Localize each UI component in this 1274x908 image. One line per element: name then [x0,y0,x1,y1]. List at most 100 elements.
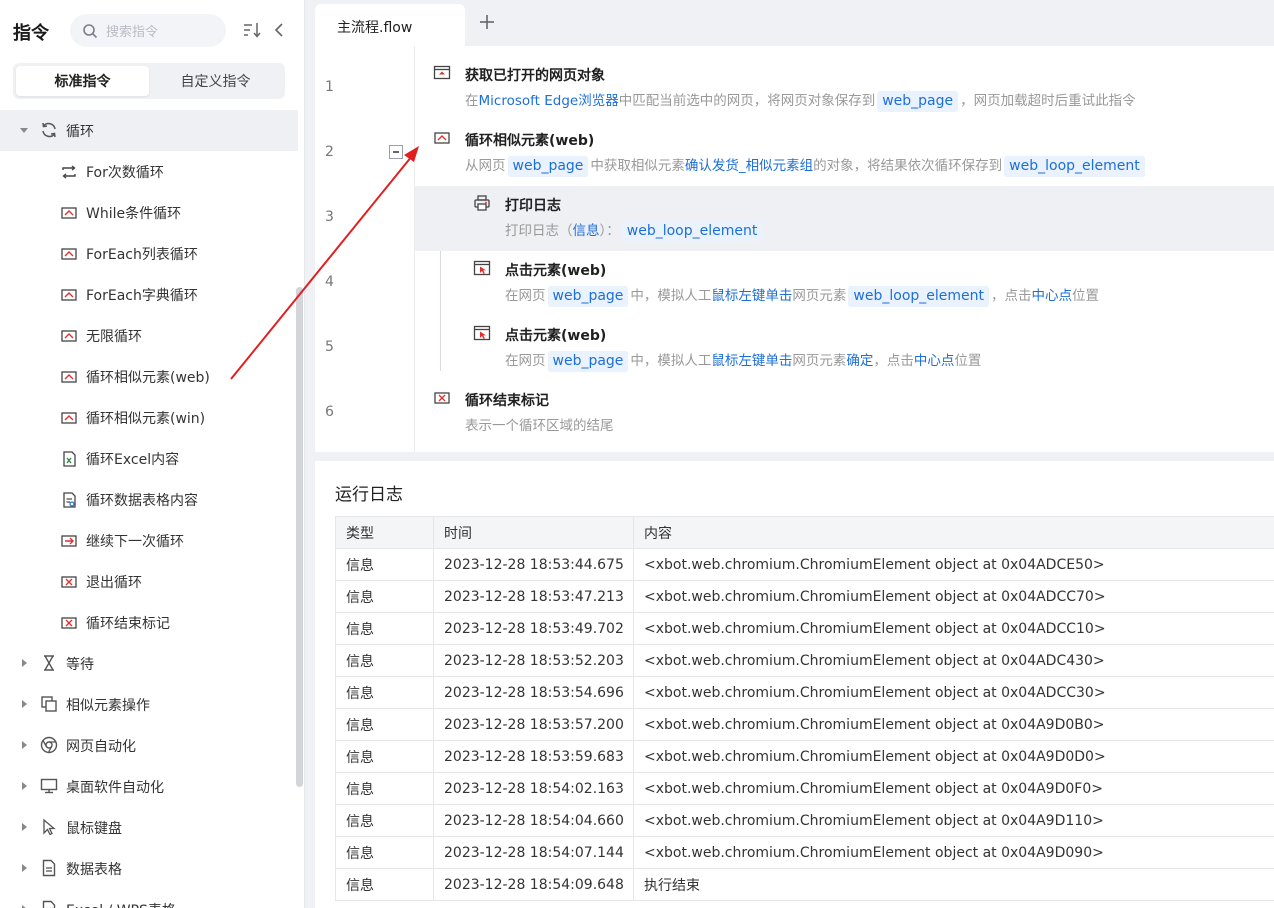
log-type-cell: 信息 [335,612,434,645]
command-item-loop-end-marker[interactable]: 循环结束标记 [0,602,300,643]
sidebar-scrollbar[interactable] [296,287,303,787]
table-row[interactable]: 信息 2023-12-28 18:53:44.675 <xbot.web.chrom… [335,548,1274,581]
step-title: 循环结束标记 [465,393,549,409]
command-item-loop-similar-win[interactable]: 循环相似元素(win) [0,397,300,438]
command-item-for-count[interactable]: For次数循环 [0,151,300,192]
copy-icon [41,696,57,712]
command-item-label: 循环结束标记 [86,616,170,632]
tab-custom-commands[interactable]: 自定义指令 [149,66,282,96]
log-time-cell: 2023-12-28 18:53:59.683 [433,740,634,773]
search-box[interactable]: 搜索指令 [70,14,226,47]
run-log-title: 运行日志 [335,485,403,505]
variable-tag[interactable]: web_page [877,91,959,112]
loop-box-icon [61,412,77,424]
log-type-cell: 信息 [335,708,434,741]
command-item-label: 无限循环 [86,329,142,345]
variable-tag[interactable]: web_page [507,156,589,177]
table-doc-icon [63,492,76,508]
category-web-automation[interactable]: 网页自动化 [0,725,300,766]
collapse-block-toggle[interactable] [389,145,403,159]
flow-editor: 主流程.flow 1 2 3 4 5 6 获取已打开的网页对象 在Microso… [315,0,1274,452]
step-title: 点击元素(web) [505,263,607,279]
line-number: 6 [325,404,334,420]
table-row[interactable]: 信息 2023-12-28 18:53:47.213 <xbot.web.chrom… [335,580,1274,613]
command-item-infinite-loop[interactable]: 无限循环 [0,315,300,356]
variable-tag[interactable]: web_loop_element [621,221,763,242]
file-tab-main-flow[interactable]: 主流程.flow [315,4,465,47]
flow-step-click-element-1[interactable]: 点击元素(web) 在网页 web_page 中，模拟人工鼠标左键单击网页元素 web… [415,251,1274,316]
step-description: 从网页 web_page 中获取相似元素确认发货_相似元素组的对象，将结果依次循环保… [465,154,1147,177]
flow-step-get-webpage[interactable]: 获取已打开的网页对象 在Microsoft Edge浏览器中匹配当前选中的网页，… [415,56,1274,121]
category-excel-wps[interactable]: Excel / WPS表格 [0,889,300,908]
step-title: 打印日志 [505,198,561,214]
search-input[interactable]: 搜索指令 [106,21,158,40]
step-title: 点击元素(web) [505,328,607,344]
command-item-loop-datatable[interactable]: 循环数据表格内容 [0,479,300,520]
category-label: 数据表格 [66,862,122,878]
plus-icon[interactable] [477,12,497,32]
command-tabs: 标准指令 自定义指令 [13,63,285,99]
table-row[interactable]: 信息 2023-12-28 18:54:04.660 <xbot.web.chrom… [335,804,1274,837]
monitor-icon [40,778,58,794]
caret-right-icon [22,864,27,872]
tab-standard-commands[interactable]: 标准指令 [16,66,149,96]
caret-down-icon [20,128,28,133]
table-row[interactable]: 信息 2023-12-28 18:54:02.163 <xbot.web.chrom… [335,772,1274,805]
category-loop[interactable]: 循环 [0,110,298,151]
log-content-cell: <xbot.web.chromium.ChromiumElement objec… [633,676,1274,709]
variable-tag[interactable]: web_loop_element [1004,156,1145,177]
printer-icon [474,195,490,211]
category-data-table[interactable]: 数据表格 [0,848,300,889]
variable-tag[interactable]: web_loop_element [848,286,990,307]
loop-box-icon [61,289,77,301]
category-desktop-automation[interactable]: 桌面软件自动化 [0,766,300,807]
log-type-cell: 信息 [335,836,434,869]
log-type-cell: 信息 [335,580,434,613]
log-time-cell: 2023-12-28 18:54:07.144 [433,836,634,869]
command-item-loop-similar-web[interactable]: 循环相似元素(web) [0,356,300,397]
command-item-foreach-list[interactable]: ForEach列表循环 [0,233,300,274]
command-item-exit-loop[interactable]: 退出循环 [0,561,300,602]
log-type-cell: 信息 [335,740,434,773]
sort-icon[interactable] [242,20,262,40]
caret-right-icon [22,741,27,749]
variable-tag[interactable]: web_page [547,286,629,307]
log-time-cell: 2023-12-28 18:54:09.648 [433,868,634,901]
flow-step-click-element-2[interactable]: 点击元素(web) 在网页 web_page 中，模拟人工鼠标左键单击网页元素确定，… [415,316,1274,381]
log-content-cell: <xbot.web.chromium.ChromiumElement objec… [633,644,1274,677]
table-row[interactable]: 信息 2023-12-28 18:54:07.144 <xbot.web.chrom… [335,836,1274,869]
command-item-foreach-dict[interactable]: ForEach字典循环 [0,274,300,315]
command-sidebar: 指令 搜索指令 标准指令 自定义指令 循环 For次数循环 While条件循环 … [0,0,305,908]
table-row[interactable]: 信息 2023-12-28 18:53:59.683 <xbot.web.chrom… [335,740,1274,773]
flow-step-loop-similar-web[interactable]: 循环相似元素(web) 从网页 web_page 中获取相似元素确认发货_相似元素组… [415,121,1274,186]
loop-box-icon [61,330,77,342]
command-item-loop-excel[interactable]: 循环Excel内容 [0,438,300,479]
chrome-icon [40,736,58,754]
command-item-while[interactable]: While条件循环 [0,192,300,233]
click-element-icon [473,325,491,341]
flow-step-loop-end-marker[interactable]: 循环结束标记 表示一个循环区域的结尾 [415,381,1274,446]
category-mouse-keyboard[interactable]: 鼠标键盘 [0,807,300,848]
command-item-label: ForEach列表循环 [86,247,198,263]
run-log-table: 类型 时间 内容 信息 2023-12-28 18:53:44.675 <xbot.… [335,516,1274,901]
run-log-panel: 运行日志 类型 时间 内容 信息 2023-12-28 18:53:44.675 <… [315,461,1274,908]
line-number: 2 [325,144,334,160]
category-similar-elements[interactable]: 相似元素操作 [0,684,300,725]
table-row[interactable]: 信息 2023-12-28 18:53:49.702 <xbot.web.chrom… [335,612,1274,645]
category-label: 网页自动化 [66,739,136,755]
log-time-cell: 2023-12-28 18:54:02.163 [433,772,634,805]
table-row[interactable]: 信息 2023-12-28 18:53:52.203 <xbot.web.chrom… [335,644,1274,677]
chevron-left-icon[interactable] [272,20,286,40]
variable-tag[interactable]: web_page [547,351,629,372]
flow-step-print-log[interactable]: 打印日志 打印日志（信息）： web_loop_element [415,186,1274,251]
sidebar-header: 指令 搜索指令 [0,0,304,62]
flow-canvas: 1 2 3 4 5 6 获取已打开的网页对象 在Microsoft Edge浏览… [315,46,1274,452]
loop-box-icon [61,248,77,260]
log-content-cell: <xbot.web.chromium.ChromiumElement objec… [633,548,1274,581]
table-row[interactable]: 信息 2023-12-28 18:54:09.648 执行结束 [335,868,1274,901]
table-row[interactable]: 信息 2023-12-28 18:53:54.696 <xbot.web.chrom… [335,676,1274,709]
table-row[interactable]: 信息 2023-12-28 18:53:57.200 <xbot.web.chrom… [335,708,1274,741]
category-wait[interactable]: 等待 [0,643,300,684]
command-item-continue-loop[interactable]: 继续下一次循环 [0,520,300,561]
loop-box-icon [61,535,77,547]
